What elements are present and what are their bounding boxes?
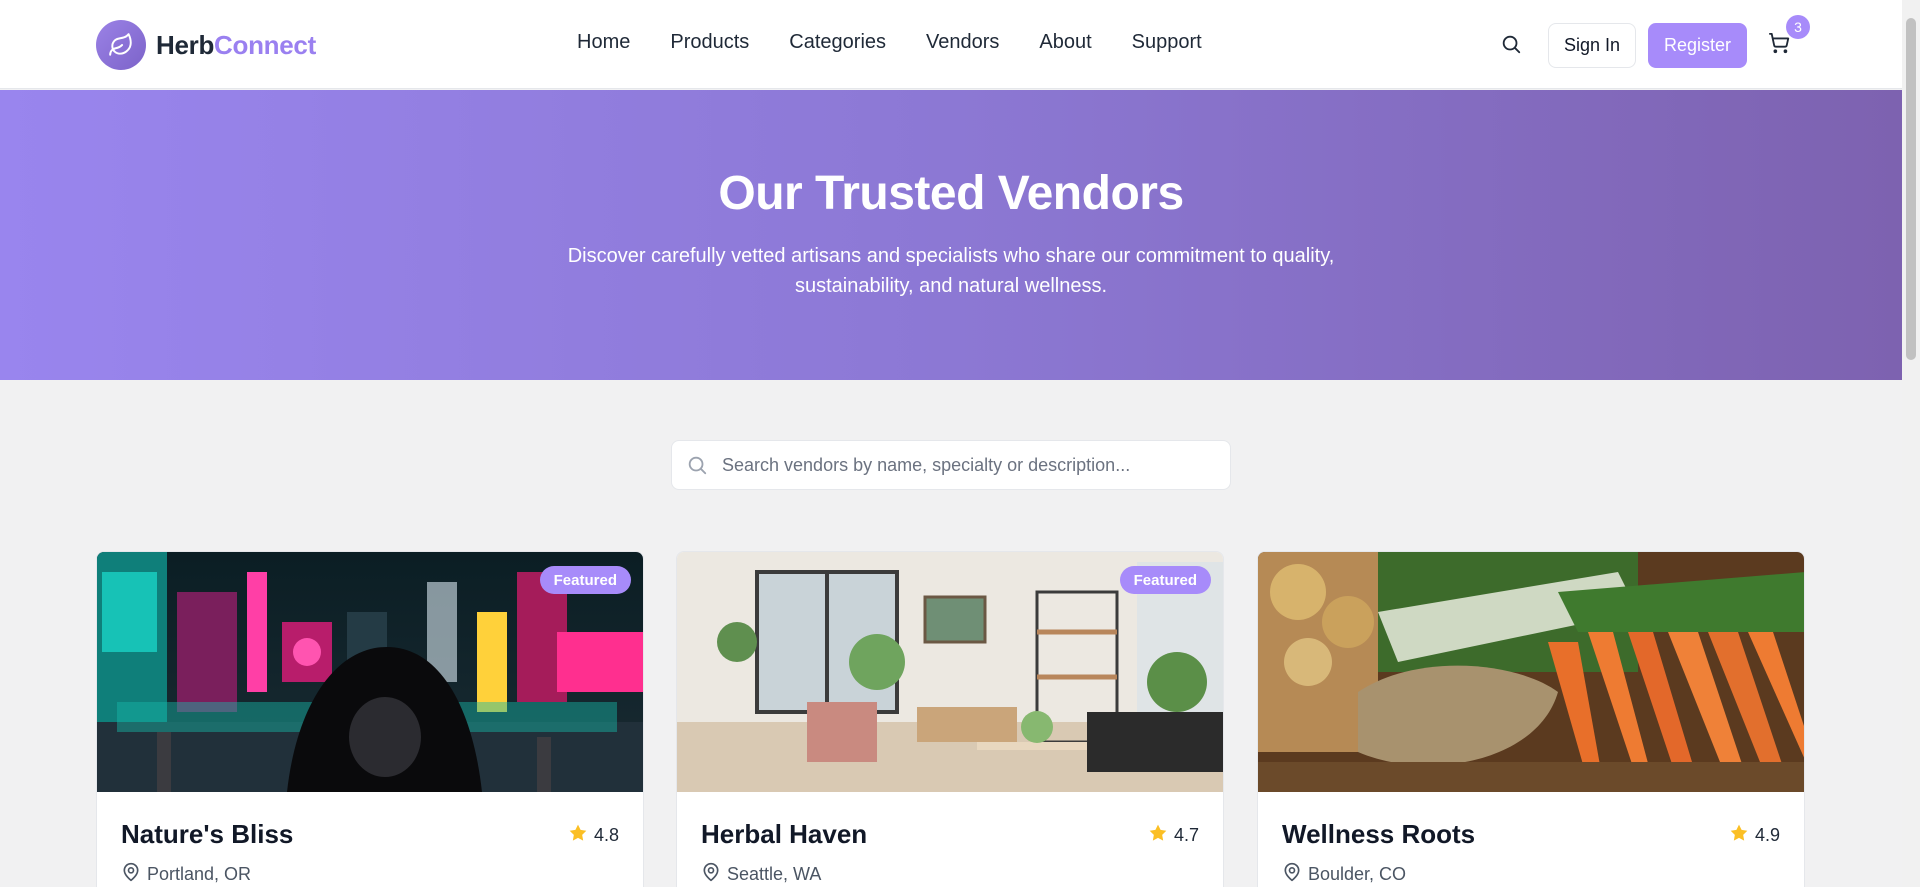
vendor-name[interactable]: Nature's Bliss xyxy=(121,819,293,850)
location-text: Portland, OR xyxy=(147,864,252,884)
site-header: HerbConnect Home Products Categories Ven… xyxy=(0,0,1902,89)
vendor-rating: 4.7 xyxy=(1148,823,1199,848)
page-subtitle: Discover carefully vetted artisans and s… xyxy=(567,245,1335,297)
vendor-rating: 4.9 xyxy=(1729,823,1780,848)
vendor-location: Portland, OR xyxy=(121,862,251,887)
featured-badge: Featured xyxy=(539,566,631,594)
rating-value: 4.9 xyxy=(1754,825,1780,845)
star-icon xyxy=(1729,823,1755,848)
map-pin-icon xyxy=(701,862,727,887)
location-text: Seattle, WA xyxy=(727,864,822,884)
cart-count-badge: 3 xyxy=(1786,15,1810,39)
vendor-image: Featured xyxy=(97,552,643,792)
map-pin-icon xyxy=(1282,862,1308,887)
star-icon xyxy=(568,823,594,848)
sign-in-button[interactable]: Sign In xyxy=(1548,23,1636,68)
nav-about[interactable]: About xyxy=(1039,31,1091,54)
search-icon xyxy=(686,454,710,478)
vendor-name[interactable]: Wellness Roots xyxy=(1282,819,1475,850)
hero-banner: Our Trusted Vendors Discover carefully v… xyxy=(0,90,1902,380)
nav-products[interactable]: Products xyxy=(670,31,749,54)
search-icon[interactable] xyxy=(1500,33,1526,59)
rating-value: 4.7 xyxy=(1173,825,1199,845)
vendor-card[interactable]: Featured Nature's Bliss 4.8 Portland, OR xyxy=(96,551,644,887)
vendor-name[interactable]: Herbal Haven xyxy=(701,819,867,850)
register-button[interactable]: Register xyxy=(1648,23,1747,68)
vendor-image xyxy=(1258,552,1804,792)
nav-categories[interactable]: Categories xyxy=(789,31,886,54)
nav-support[interactable]: Support xyxy=(1132,31,1202,54)
vendor-rating: 4.8 xyxy=(568,823,619,848)
vendor-search-box xyxy=(671,440,1231,490)
location-text: Boulder, CO xyxy=(1308,864,1407,884)
leaf-icon xyxy=(96,20,146,70)
page-scrollbar[interactable] xyxy=(1902,0,1920,887)
star-icon xyxy=(1148,823,1174,848)
map-pin-icon xyxy=(121,862,147,887)
vendor-image: Featured xyxy=(677,552,1223,792)
nav-vendors[interactable]: Vendors xyxy=(926,31,999,54)
vendor-search-input[interactable] xyxy=(722,441,1222,489)
page-title: Our Trusted Vendors xyxy=(718,167,1184,220)
vendor-location: Boulder, CO xyxy=(1282,862,1406,887)
scrollbar-thumb[interactable] xyxy=(1906,18,1916,360)
featured-badge: Featured xyxy=(1119,566,1211,594)
main-nav: Home Products Categories Vendors About S… xyxy=(577,31,1202,54)
vendor-card[interactable]: Featured Herbal Haven 4.7 Seattle, WA xyxy=(676,551,1224,887)
vendor-location: Seattle, WA xyxy=(701,862,821,887)
nav-home[interactable]: Home xyxy=(577,31,630,54)
rating-value: 4.8 xyxy=(593,825,619,845)
vendor-card[interactable]: Wellness Roots 4.9 Boulder, CO xyxy=(1257,551,1805,887)
brand-name: HerbConnect xyxy=(156,29,316,60)
brand-logo[interactable]: HerbConnect xyxy=(96,20,316,70)
